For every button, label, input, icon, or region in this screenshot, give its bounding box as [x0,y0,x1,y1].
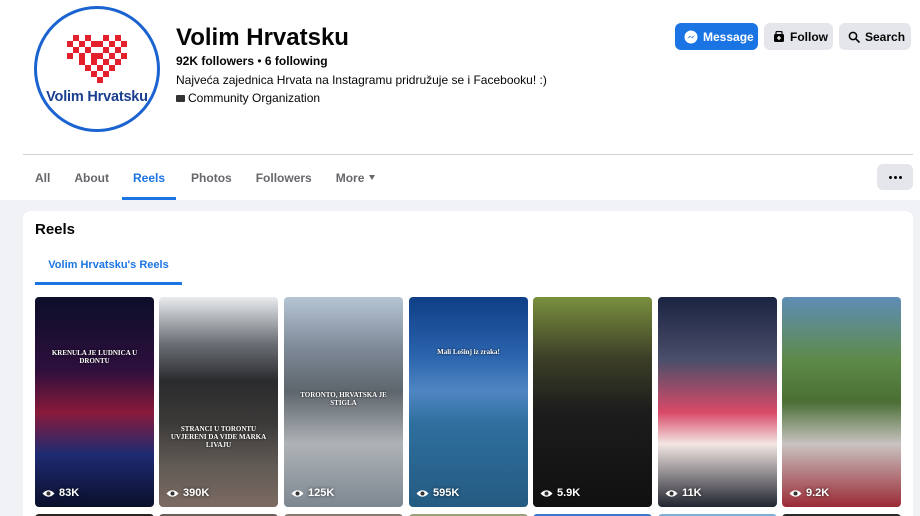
message-button[interactable]: Message [675,23,758,50]
reel-views: 11K [665,487,702,499]
reel-thumbnail[interactable]: 11K [658,297,777,507]
eye-icon [540,489,553,497]
tab-about[interactable]: About [74,155,109,200]
reel-views: 83K [42,487,79,499]
reels-card: Reels Volim Hrvatsku's Reels KRENULA JE … [23,211,913,516]
reel-views: 595K [416,487,459,499]
reels-title: Reels [35,221,76,238]
profile-header: Volim Hrvatsku Volim Hrvatsku 92K follow… [0,0,920,200]
eye-icon [789,489,802,497]
search-button[interactable]: Search [839,23,911,50]
view-count: 595K [433,487,460,499]
tab-followers[interactable]: Followers [256,155,312,200]
reel-thumbnail[interactable]: Mali Lošinj iz zraka! 595K [409,297,528,507]
eye-icon [42,489,55,497]
reel-caption: KRENULA JE LUDNICA U DRONTU [51,349,138,365]
reel-caption: Mali Lošinj iz zraka! [437,348,500,356]
caret-down-icon [369,175,376,180]
heart-checkerboard-logo [67,35,127,83]
reel-thumbnail[interactable]: STRANCI U TORONTU UVJERENI DA VIDE MARKA… [159,297,278,507]
briefcase-icon [176,94,185,102]
eye-icon [166,489,179,497]
tab-all[interactable]: All [35,155,50,200]
more-options-button[interactable] [877,164,913,190]
dot [888,175,892,179]
eye-icon [291,489,304,497]
following-count[interactable]: 6 following [265,54,328,68]
view-count: 9.2K [806,487,830,499]
reel-views: 5.9K [540,487,580,499]
profile-tabs: All About Reels Photos Followers More [23,155,376,200]
tab-reels[interactable]: Reels [122,155,177,200]
reel-thumbnail[interactable]: TORONTO, HRVATSKA JE STIGLA 125K [284,297,403,507]
logo-text: Volim Hrvatsku [46,89,148,105]
search-icon [848,31,860,43]
page-stats: 92K followers • 6 following [176,54,328,68]
view-count: 83K [59,487,80,499]
message-label: Message [703,29,754,44]
reel-thumbnail[interactable]: KRENULA JE LUDNICA U DRONTU 83K [35,297,154,507]
eye-icon [665,489,678,497]
messenger-icon [684,30,698,43]
reel-views: 125K [291,487,334,499]
reel-views: 9.2K [789,487,829,499]
tab-page-reels[interactable]: Volim Hrvatsku's Reels [35,245,182,285]
reel-caption: STRANCI U TORONTU UVJERENI DA VIDE MARKA… [170,425,267,449]
followers-count[interactable]: 92K followers [176,54,254,68]
tab-more-label: More [335,170,365,185]
stats-separator: • [257,54,262,68]
dot [898,175,902,179]
category-label: Community Organization [188,91,321,105]
view-count: 5.9K [557,487,581,499]
reel-thumbnail[interactable]: 9.2K [782,297,901,507]
page-category: Community Organization [176,91,320,105]
follow-button[interactable]: Follow [764,23,833,50]
search-label: Search [865,29,906,44]
reel-thumbnail[interactable]: 5.9K [533,297,652,507]
page-title: Volim Hrvatsku [176,24,349,51]
follow-label: Follow [790,29,828,44]
tab-photos[interactable]: Photos [191,155,232,200]
eye-icon [416,489,429,497]
view-count: 390K [183,487,210,499]
follow-icon [774,30,784,42]
tab-more[interactable]: More [336,155,376,200]
view-count: 11K [682,487,702,499]
dot [893,175,897,179]
page-bio: Najveća zajednica Hrvata na Instagramu p… [176,73,547,87]
reel-views: 390K [166,487,209,499]
profile-avatar[interactable]: Volim Hrvatsku [34,6,160,132]
view-count: 125K [308,487,335,499]
reel-caption: TORONTO, HRVATSKA JE STIGLA [300,391,387,407]
